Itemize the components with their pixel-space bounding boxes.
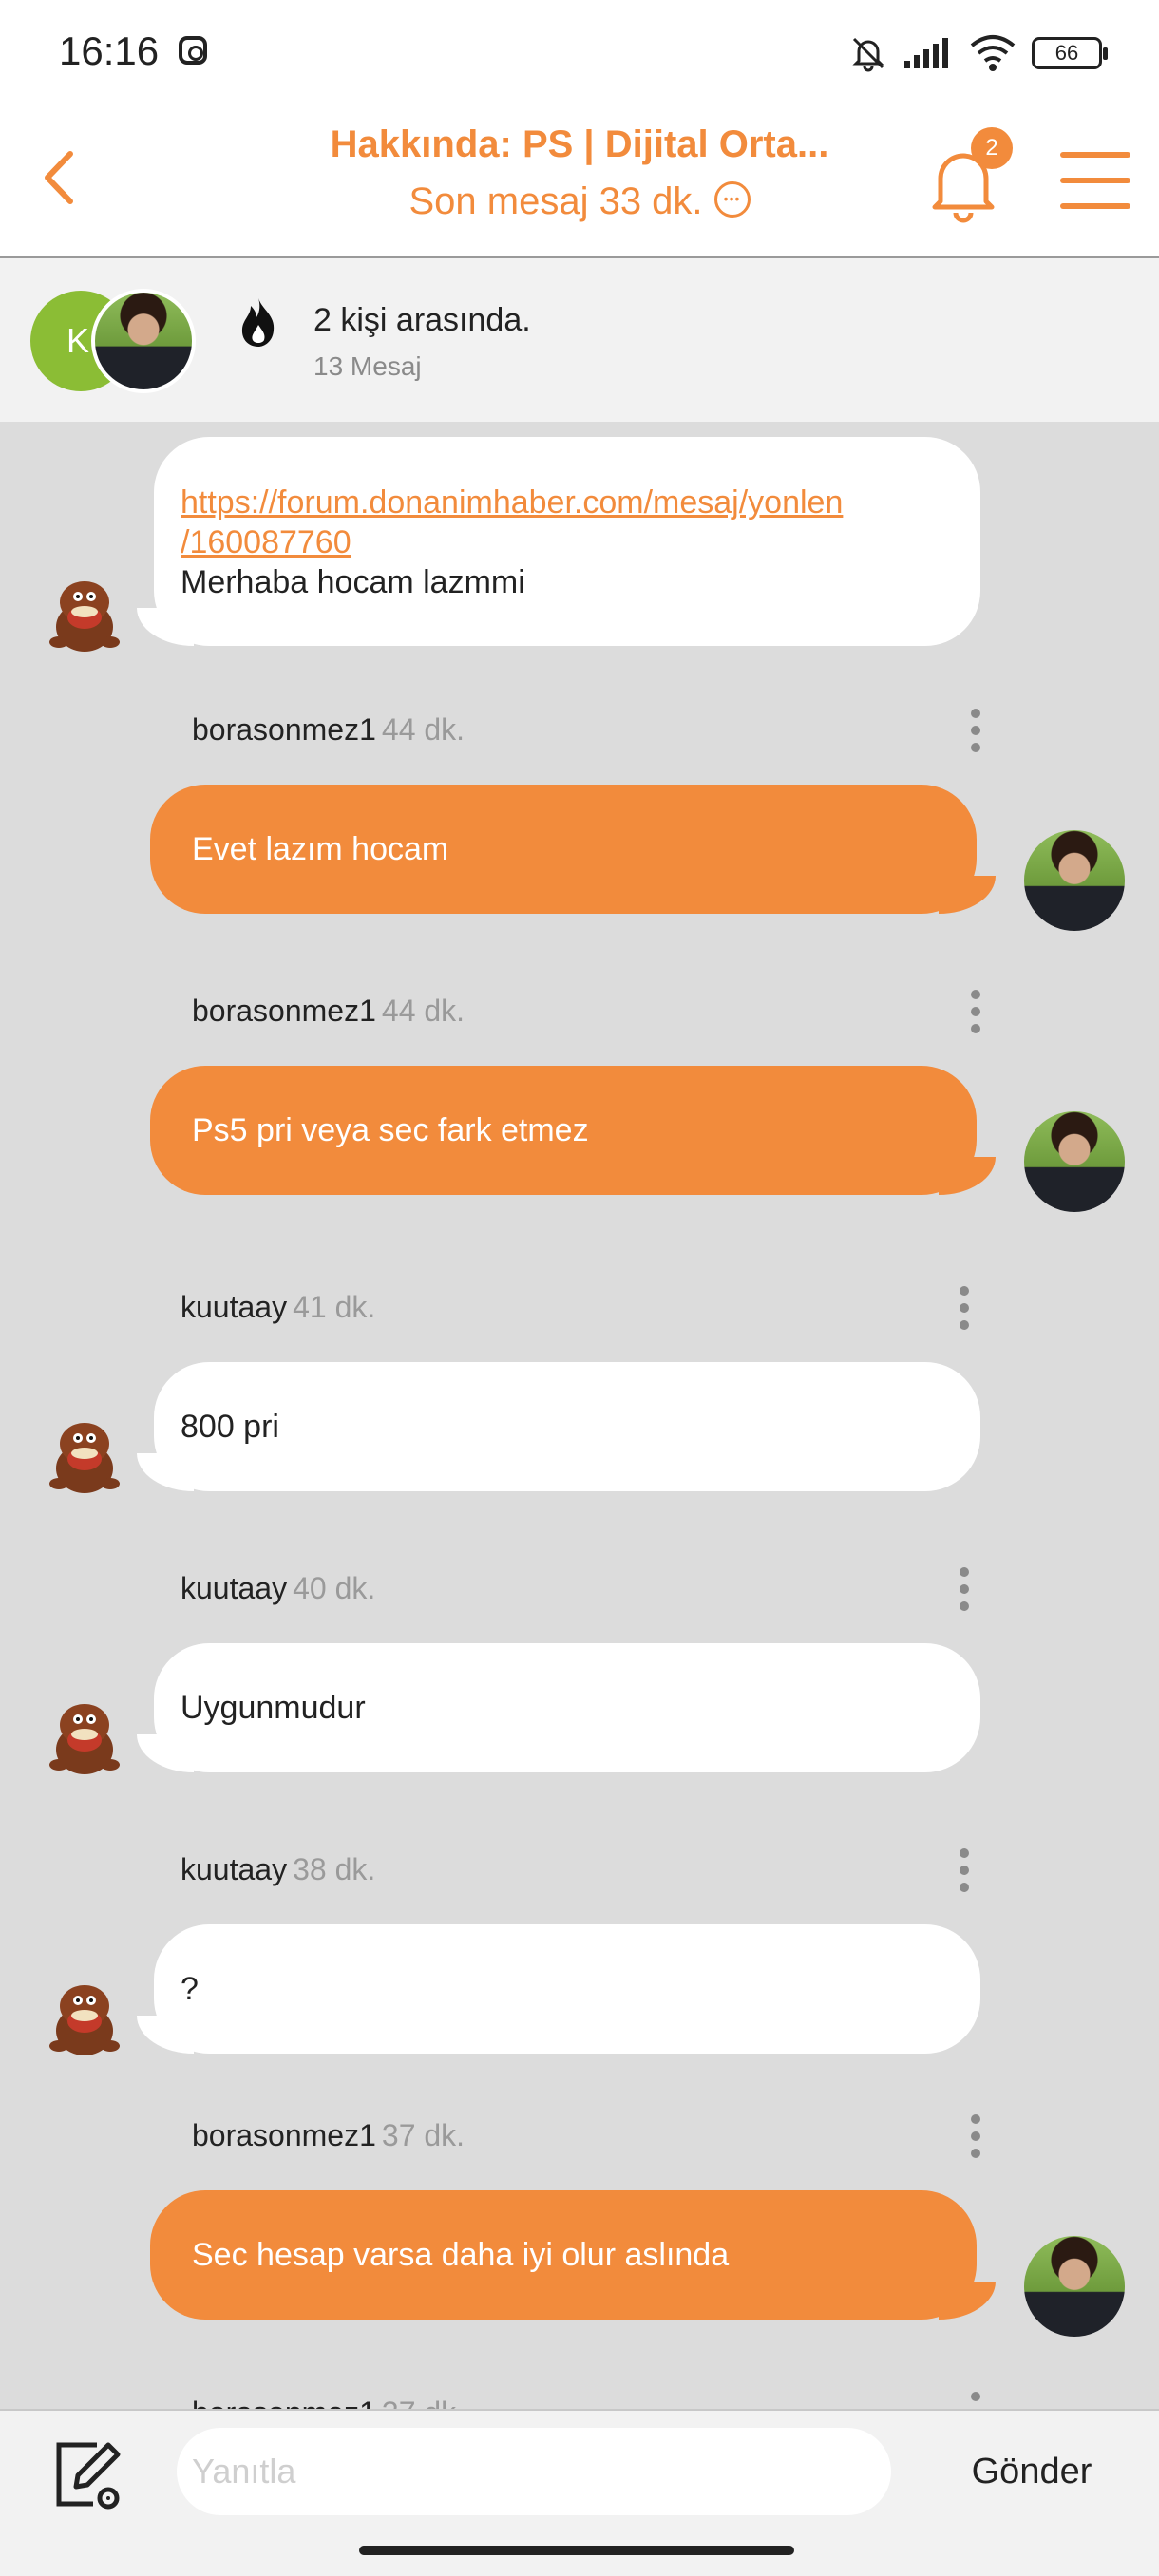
message-options-icon[interactable] bbox=[971, 990, 980, 1033]
bell-off-icon bbox=[852, 37, 884, 72]
notification-badge: 2 bbox=[971, 127, 1013, 169]
message-bubble: 800 pri bbox=[137, 1362, 980, 1491]
message-bubble: Uygunmudur bbox=[137, 1643, 980, 1772]
message-meta: borasonmez137 dk. bbox=[192, 2118, 465, 2153]
message-meta: borasonmez1 44 dk. bbox=[192, 994, 465, 1029]
message-count: 13 Mesaj bbox=[314, 351, 422, 381]
taz-avatar-icon bbox=[49, 1985, 120, 2055]
message-text: Sec hesap varsa daha iyi olur aslında bbox=[192, 2237, 730, 2273]
message-time: 38 dk. bbox=[293, 1852, 376, 1886]
message-options-icon[interactable] bbox=[971, 2392, 980, 2409]
instagram-icon bbox=[179, 36, 207, 65]
message-time: 37 dk. bbox=[382, 2396, 465, 2409]
home-indicator[interactable] bbox=[359, 2546, 794, 2555]
user-avatar bbox=[1024, 830, 1125, 931]
message-options-icon[interactable] bbox=[971, 709, 980, 752]
battery-indicator: 66 bbox=[1032, 37, 1108, 69]
reply-input[interactable] bbox=[177, 2428, 891, 2515]
message-bubble: https://forum.donanimhaber.com/mesaj/yon… bbox=[137, 437, 980, 646]
message-options-icon[interactable] bbox=[960, 1567, 969, 1611]
message-text: Uygunmudur bbox=[180, 1690, 366, 1726]
taz-avatar-icon bbox=[49, 581, 120, 652]
message-link[interactable]: https://forum.donanimhaber.com/mesaj/yon… bbox=[180, 483, 940, 562]
message-bubble: ? bbox=[137, 1924, 980, 2054]
message-bubble: Sec hesap varsa daha iyi olur aslında bbox=[150, 2190, 996, 2320]
signal-icon bbox=[904, 38, 948, 68]
user-avatar bbox=[91, 289, 196, 393]
message-time: 44 dk. bbox=[381, 712, 466, 747]
participants-label: 2 kişi arasında. bbox=[314, 302, 531, 338]
reply-composer: Gönder bbox=[0, 2409, 1159, 2532]
taz-avatar-icon bbox=[49, 1704, 120, 1774]
message-meta: kuutaay 38 dk. bbox=[180, 1852, 375, 1887]
message-author[interactable]: borasonmez1 bbox=[192, 712, 376, 747]
app-header: Hakkında: PS | Dijital Orta... Son mesaj… bbox=[0, 106, 1159, 258]
edit-settings-icon[interactable] bbox=[49, 2437, 125, 2513]
conversation-info-bar: K 2 kişi arasında. 13 Mesaj bbox=[0, 258, 1159, 422]
message-text: ? bbox=[180, 1971, 199, 2007]
system-nav-bar bbox=[0, 2532, 1159, 2576]
message-author[interactable]: kuutaay bbox=[180, 1571, 287, 1605]
message-author[interactable]: borasonmez1 bbox=[192, 2118, 376, 2152]
send-button[interactable]: Gönder bbox=[937, 2437, 1127, 2506]
message-time: 41 dk. bbox=[293, 1290, 376, 1324]
message-text: Ps5 pri veya sec fark etmez bbox=[192, 1112, 589, 1148]
message-options-icon[interactable] bbox=[960, 1286, 969, 1330]
message-author[interactable]: kuutaay bbox=[180, 1852, 287, 1886]
taz-avatar-icon bbox=[49, 1423, 120, 1493]
status-time: 16:16 bbox=[59, 28, 160, 73]
last-message-time: Son mesaj 33 dk. bbox=[408, 180, 703, 222]
message-feed[interactable]: https://forum.donanimhaber.com/mesaj/yon… bbox=[0, 422, 1159, 2409]
message-bubble: Evet lazım hocam bbox=[150, 785, 996, 914]
status-icons: 66 bbox=[849, 32, 1108, 74]
wifi-icon bbox=[970, 35, 1016, 71]
hamburger-menu-icon[interactable] bbox=[1060, 152, 1130, 209]
message-meta: kuutaay 40 dk. bbox=[180, 1571, 375, 1606]
message-time: 37 dk. bbox=[381, 2118, 466, 2152]
message-author[interactable]: kuutaay bbox=[180, 1290, 287, 1324]
flame-icon bbox=[241, 298, 275, 347]
message-meta: borasonmez1 37 dk. bbox=[192, 2396, 465, 2409]
message-options-icon[interactable] bbox=[960, 1848, 969, 1892]
message-meta: kuutaay 41 dk. bbox=[180, 1290, 375, 1325]
message-meta: borasonmez1 44 dk. bbox=[192, 712, 465, 748]
message-options-icon[interactable] bbox=[971, 2114, 980, 2158]
status-bar: 16:16 66 bbox=[0, 0, 1159, 106]
message-time: 44 dk. bbox=[381, 994, 466, 1028]
message-text: Evet lazım hocam bbox=[192, 831, 449, 867]
message-author[interactable]: borasonmez1 bbox=[192, 2396, 376, 2409]
more-options-icon[interactable] bbox=[713, 181, 750, 218]
message-bubble: Ps5 pri veya sec fark etmez bbox=[150, 1066, 996, 1195]
message-time: 40 dk. bbox=[293, 1571, 376, 1605]
message-text: Merhaba hocam lazmmi bbox=[180, 564, 525, 600]
message-text: 800 pri bbox=[180, 1409, 279, 1445]
message-author[interactable]: borasonmez1 bbox=[192, 994, 376, 1028]
user-avatar bbox=[1024, 1111, 1125, 1212]
user-avatar bbox=[1024, 2236, 1125, 2337]
